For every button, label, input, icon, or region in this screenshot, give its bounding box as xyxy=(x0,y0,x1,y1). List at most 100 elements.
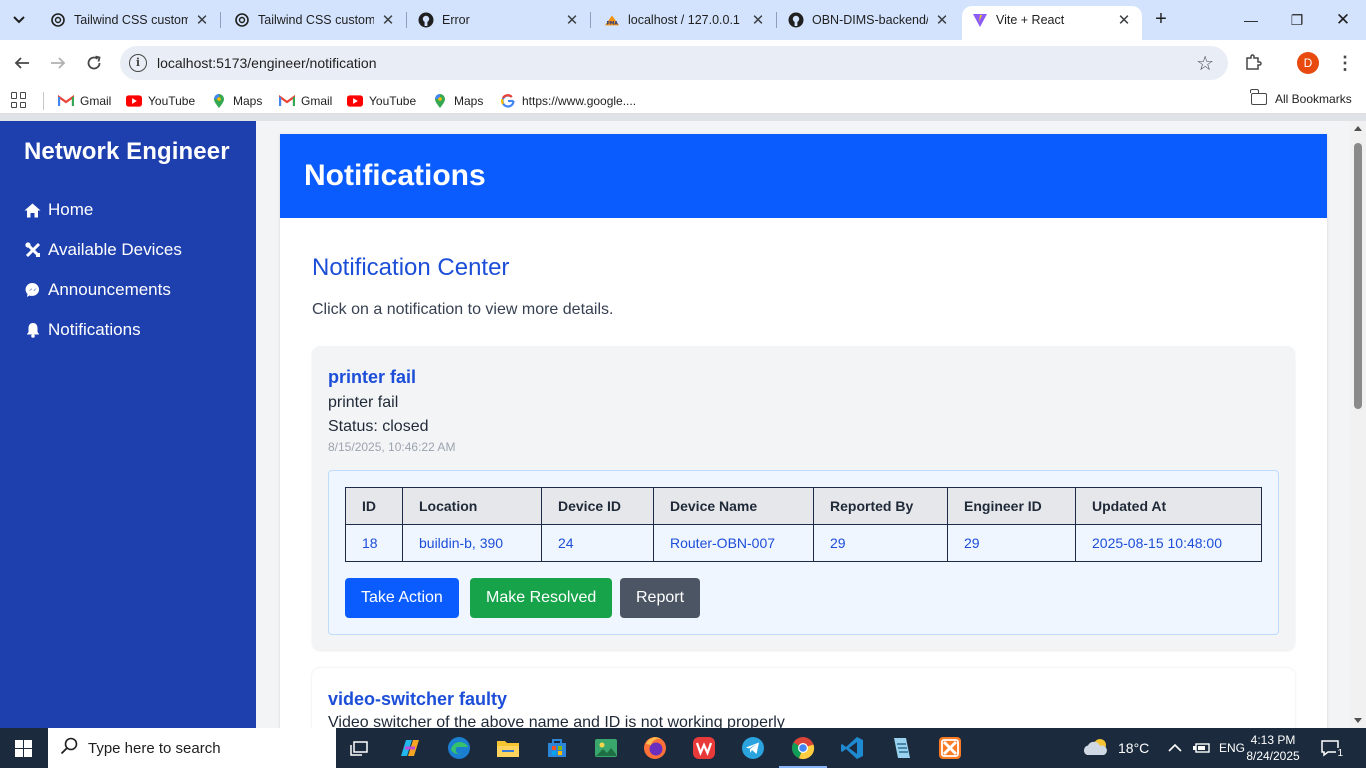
sidebar-item-label: Announcements xyxy=(48,280,171,299)
clock[interactable]: 4:13 PM 8/24/2025 xyxy=(1246,728,1299,768)
browser-tab-active[interactable]: Vite + React ✕ xyxy=(962,6,1142,40)
column-header-id: ID xyxy=(345,487,403,525)
notification-card[interactable]: video-switcher faulty Video switcher of … xyxy=(312,668,1295,728)
network-battery-icon[interactable] xyxy=(1192,728,1210,768)
sidebar: Network Engineer Home Available Devices … xyxy=(0,121,256,728)
notification-title[interactable]: video-switcher faulty xyxy=(328,689,507,710)
language-indicator[interactable]: ENG xyxy=(1219,728,1245,768)
copilot-icon[interactable] xyxy=(396,734,424,762)
back-button[interactable] xyxy=(9,50,35,76)
arrow-left-icon xyxy=(14,57,29,69)
weather-widget[interactable]: 18°C xyxy=(1082,728,1149,768)
taskbar-search-box[interactable]: Type here to search xyxy=(48,728,336,768)
firefox-icon[interactable] xyxy=(641,734,669,762)
bookmark-maps[interactable]: Maps xyxy=(432,92,483,110)
report-button[interactable]: Report xyxy=(620,578,701,618)
column-header-engineer-id: Engineer ID xyxy=(947,487,1076,525)
chrome-icon[interactable] xyxy=(779,734,827,768)
telegram-icon[interactable] xyxy=(739,734,767,762)
profile-avatar[interactable]: D xyxy=(1297,52,1319,74)
bookmark-google[interactable]: https://www.google.... xyxy=(500,92,636,110)
extensions-icon[interactable] xyxy=(1243,53,1263,73)
sidebar-item-available-devices[interactable]: Available Devices xyxy=(24,238,182,262)
scrollbar-thumb[interactable] xyxy=(1354,143,1362,409)
phpmyadmin-icon: PMA xyxy=(604,12,620,28)
browser-toolbar: i localhost:5173/engineer/notification ☆… xyxy=(0,40,1366,86)
tab-separator xyxy=(406,12,407,28)
table-cell-updated-at: 2025-08-15 10:48:00 xyxy=(1075,524,1262,562)
close-icon[interactable]: ✕ xyxy=(934,11,950,29)
bookmark-maps[interactable]: Maps xyxy=(211,92,262,110)
tab-title: Error xyxy=(442,13,470,27)
bookmarks-divider xyxy=(43,92,44,110)
address-url[interactable]: localhost:5173/engineer/notification xyxy=(157,55,377,71)
scroll-up-arrow-icon[interactable] xyxy=(1354,126,1362,131)
browser-menu-icon[interactable]: ⋮ xyxy=(1336,51,1354,75)
tray-overflow-icon[interactable] xyxy=(1168,728,1182,768)
site-info-icon[interactable]: i xyxy=(129,54,147,72)
sidebar-item-label: Notifications xyxy=(48,320,141,339)
browser-tab[interactable]: Tailwind CSS customiz ✕ xyxy=(224,6,406,34)
bookmark-label: YouTube xyxy=(148,94,196,108)
close-icon[interactable]: ✕ xyxy=(380,11,396,29)
forward-button[interactable] xyxy=(45,50,71,76)
vscode-icon[interactable] xyxy=(838,734,866,762)
bookmark-youtube[interactable]: YouTube xyxy=(347,92,416,110)
sidebar-item-announcements[interactable]: Announcements xyxy=(24,278,171,302)
tab-search-button[interactable] xyxy=(6,7,32,33)
xampp-icon[interactable] xyxy=(936,734,964,762)
bell-icon xyxy=(24,322,41,339)
page-header: Notifications xyxy=(280,134,1327,218)
page-scrollbar[interactable] xyxy=(1350,121,1366,728)
take-action-button[interactable]: Take Action xyxy=(345,578,459,618)
bookmark-gmail[interactable]: Gmail xyxy=(58,92,111,110)
edge-icon[interactable] xyxy=(445,734,473,762)
browser-tab[interactable]: Error ✕ xyxy=(408,6,590,34)
all-bookmarks-button[interactable]: All Bookmarks xyxy=(1250,89,1352,106)
photos-icon[interactable] xyxy=(592,734,620,762)
address-bar[interactable]: i localhost:5173/engineer/notification ☆ xyxy=(120,46,1228,80)
restore-button[interactable]: ❐ xyxy=(1274,6,1320,34)
apps-grid-icon[interactable] xyxy=(11,92,27,108)
sidebar-item-notifications[interactable]: Notifications xyxy=(24,318,141,342)
notification-title[interactable]: printer fail xyxy=(328,367,416,388)
notepad-icon[interactable] xyxy=(887,734,915,762)
tab-title: Tailwind CSS customiz xyxy=(74,13,188,27)
minimize-button[interactable]: — xyxy=(1228,6,1274,34)
sidebar-item-home[interactable]: Home xyxy=(24,198,93,222)
make-resolved-button[interactable]: Make Resolved xyxy=(470,578,613,618)
messenger-icon xyxy=(24,282,41,299)
notification-description: Video switcher of the above name and ID … xyxy=(328,714,785,728)
windows-start-icon[interactable] xyxy=(15,740,32,757)
browser-tab[interactable]: Tailwind CSS customiz ✕ xyxy=(40,6,220,34)
window-close-button[interactable]: ✕ xyxy=(1320,6,1366,34)
reload-button[interactable] xyxy=(81,50,107,76)
browser-tab[interactable]: OBN-DIMS-backend/ ✕ xyxy=(778,6,960,34)
app-viewport: Network Engineer Home Available Devices … xyxy=(0,121,1366,728)
close-icon[interactable]: ✕ xyxy=(194,11,210,29)
notification-card[interactable]: printer fail printer fail Status: closed… xyxy=(312,346,1295,650)
scroll-down-arrow-icon[interactable] xyxy=(1354,718,1362,723)
new-tab-button[interactable]: + xyxy=(1150,8,1172,30)
close-icon[interactable]: ✕ xyxy=(1116,11,1132,29)
close-icon[interactable]: ✕ xyxy=(564,11,580,29)
bookmark-label: https://www.google.... xyxy=(522,94,637,108)
microsoft-store-icon[interactable] xyxy=(543,734,571,762)
file-explorer-icon[interactable] xyxy=(494,734,522,762)
sidebar-title: Network Engineer xyxy=(24,138,230,165)
bookmark-star-icon[interactable]: ☆ xyxy=(1196,51,1214,76)
task-view-icon[interactable] xyxy=(346,734,374,762)
column-header-location: Location xyxy=(402,487,542,525)
windows-taskbar: Type here to search 18°C ENG 4:13 PM 8/2… xyxy=(0,728,1366,768)
bookmark-youtube[interactable]: YouTube xyxy=(126,92,195,110)
wps-office-icon[interactable] xyxy=(690,734,718,762)
gmail-icon xyxy=(279,93,295,109)
bookmark-gmail[interactable]: Gmail xyxy=(279,92,332,110)
action-center-button[interactable]: 1 xyxy=(1320,728,1344,768)
notification-timestamp: 8/15/2025, 10:46:22 AM xyxy=(328,440,456,454)
bookmark-label: Gmail xyxy=(301,94,333,108)
column-header-device-name: Device Name xyxy=(653,487,814,525)
close-icon[interactable]: ✕ xyxy=(750,11,766,29)
tab-separator xyxy=(590,12,591,28)
browser-tab[interactable]: PMA localhost / 127.0.0.1 | ✕ xyxy=(594,6,776,34)
